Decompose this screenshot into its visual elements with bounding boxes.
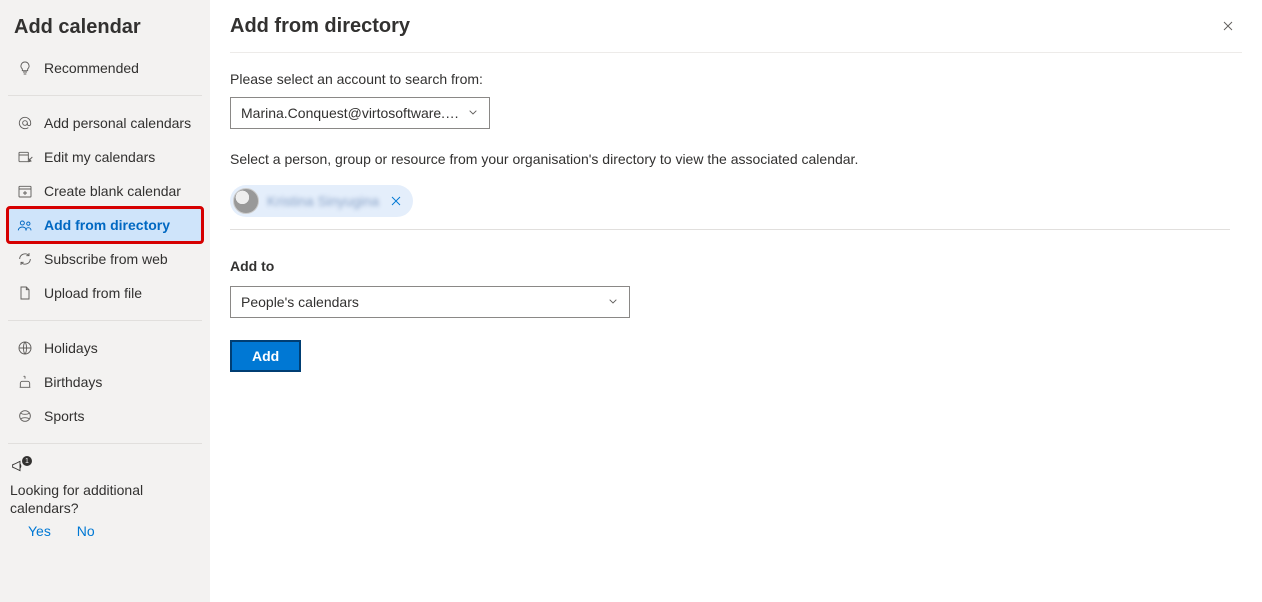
sidebar-item-label: Sports xyxy=(44,408,84,424)
sidebar-item-label: Subscribe from web xyxy=(44,251,168,267)
remove-person-button[interactable] xyxy=(387,192,405,210)
page-title: Add from directory xyxy=(230,15,410,38)
sports-icon xyxy=(16,407,34,425)
chevron-down-icon xyxy=(605,293,621,312)
sidebar-item-sports[interactable]: Sports xyxy=(8,399,202,433)
sidebar-item-recommended[interactable]: Recommended xyxy=(8,51,202,85)
sidebar-item-personal[interactable]: Add personal calendars xyxy=(8,106,202,140)
directory-description: Select a person, group or resource from … xyxy=(230,151,1242,167)
sidebar-item-birthdays[interactable]: Birthdays xyxy=(8,365,202,399)
add-to-select[interactable]: People's calendars xyxy=(230,286,630,318)
sidebar-title: Add calendar xyxy=(0,10,210,51)
lightbulb-icon xyxy=(16,59,34,77)
sidebar-item-directory[interactable]: Add from directory xyxy=(8,208,202,242)
feedback-question: Looking for additional calendars? xyxy=(10,481,200,517)
feedback-no-link[interactable]: No xyxy=(77,523,95,539)
close-icon xyxy=(388,193,404,209)
people-picker[interactable]: Kristina Sinyugina xyxy=(230,185,1230,230)
sidebar-item-label: Recommended xyxy=(44,60,139,76)
add-to-select-value: People's calendars xyxy=(241,294,359,310)
sidebar-item-upload[interactable]: Upload from file xyxy=(8,276,202,310)
globe-icon xyxy=(16,339,34,357)
person-pill: Kristina Sinyugina xyxy=(230,185,413,217)
account-select[interactable]: Marina.Conquest@virtosoftware.c… xyxy=(230,97,490,129)
sidebar-item-subscribe[interactable]: Subscribe from web xyxy=(8,242,202,276)
file-icon xyxy=(16,284,34,302)
people-icon xyxy=(16,216,34,234)
sidebar-item-label: Upload from file xyxy=(44,285,142,301)
main-panel: Add from directory Please select an acco… xyxy=(210,0,1262,602)
edit-calendar-icon xyxy=(16,148,34,166)
add-button[interactable]: Add xyxy=(230,340,301,372)
sidebar-item-label: Edit my calendars xyxy=(44,149,155,165)
account-select-value: Marina.Conquest@virtosoftware.c… xyxy=(241,105,465,121)
megaphone-icon: 1 xyxy=(10,458,28,476)
cake-icon xyxy=(16,373,34,391)
sidebar-item-edit[interactable]: Edit my calendars xyxy=(8,140,202,174)
feedback-yes-link[interactable]: Yes xyxy=(28,523,51,539)
at-icon xyxy=(16,114,34,132)
sidebar: Add calendar Recommended Add personal ca… xyxy=(0,0,210,602)
sidebar-item-label: Add personal calendars xyxy=(44,115,191,131)
close-icon xyxy=(1220,18,1236,34)
sidebar-item-label: Add from directory xyxy=(44,217,170,233)
sidebar-item-label: Holidays xyxy=(44,340,98,356)
chevron-down-icon xyxy=(465,104,481,123)
add-to-label: Add to xyxy=(230,258,1242,274)
account-label: Please select an account to search from: xyxy=(230,71,1242,87)
person-pill-name: Kristina Sinyugina xyxy=(267,193,379,209)
blank-calendar-icon xyxy=(16,182,34,200)
feedback-block: 1 Looking for additional calendars? Yes … xyxy=(0,454,210,539)
sync-icon xyxy=(16,250,34,268)
sidebar-item-label: Birthdays xyxy=(44,374,102,390)
sidebar-item-holidays[interactable]: Holidays xyxy=(8,331,202,365)
close-button[interactable] xyxy=(1214,12,1242,40)
avatar xyxy=(233,188,259,214)
sidebar-item-label: Create blank calendar xyxy=(44,183,181,199)
sidebar-item-blank[interactable]: Create blank calendar xyxy=(8,174,202,208)
